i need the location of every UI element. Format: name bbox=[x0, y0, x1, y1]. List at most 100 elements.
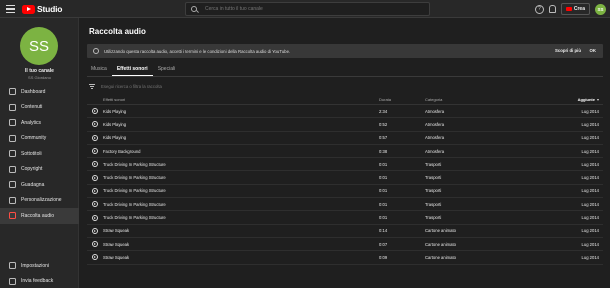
play-button[interactable] bbox=[87, 254, 102, 261]
play-icon bbox=[91, 254, 98, 261]
column-header-category[interactable]: Categoria bbox=[425, 97, 542, 102]
sidebar-item-analytics[interactable]: Analytics bbox=[0, 115, 79, 131]
table-row[interactable]: Truck Driving In Parking Structure 0:01 Tr… bbox=[87, 185, 603, 199]
sound-duration: 0:01 bbox=[379, 201, 388, 207]
play-icon bbox=[91, 134, 98, 141]
help-icon[interactable]: ? bbox=[534, 4, 544, 14]
sound-duration: 0:52 bbox=[379, 121, 388, 127]
table-row[interactable]: Kids Playing 0:57 Atmosfera Lug 2014 bbox=[87, 132, 603, 145]
sound-duration: 0:09 bbox=[379, 254, 388, 260]
search-icon[interactable] bbox=[191, 6, 197, 12]
tab-musica[interactable]: Musica bbox=[87, 62, 112, 76]
table-row[interactable]: Truck Driving In Parking Structure 0:01 Tr… bbox=[87, 158, 603, 172]
play-button[interactable] bbox=[87, 214, 102, 221]
sidebar-item-label: Dashboard bbox=[21, 88, 46, 95]
sound-category: Atmosfera bbox=[425, 135, 445, 141]
table-row[interactable]: Straw Squeak 0:14 Cartone animato Lug 2014 bbox=[87, 225, 603, 238]
table-row[interactable]: Straw Squeak 0:09 Cartone animato Lug 2014 bbox=[87, 251, 603, 265]
sidebar-item-raccolta-audio[interactable]: Raccolta audio bbox=[0, 208, 79, 224]
sidebar-item-label: Personalizzazione bbox=[21, 197, 62, 204]
table-row[interactable]: Kids Playing 0:52 Atmosfera Lug 2014 bbox=[87, 118, 603, 132]
sound-category: Cartone animato bbox=[425, 241, 456, 247]
sidebar-item-feedback[interactable]: Invia feedback bbox=[0, 274, 79, 288]
sound-category: Cartone animato bbox=[425, 254, 456, 260]
sidebar-item-guadagna[interactable]: Guadagna bbox=[0, 177, 79, 193]
sound-duration: 0:01 bbox=[379, 161, 388, 167]
play-button[interactable] bbox=[87, 241, 102, 248]
account-avatar[interactable]: SS bbox=[595, 3, 606, 15]
play-button[interactable] bbox=[87, 134, 102, 141]
analytics-icon bbox=[9, 119, 16, 127]
learn-more-link[interactable]: Scopri di più bbox=[555, 48, 581, 53]
create-label: Crea bbox=[573, 6, 585, 12]
earn-icon bbox=[9, 181, 16, 189]
table-row[interactable]: Truck Driving In Parking Structure 0:01 Tr… bbox=[87, 171, 603, 185]
sound-name: Truck Driving In Parking Structure bbox=[103, 201, 166, 207]
filter-icon[interactable] bbox=[89, 83, 95, 89]
copyright-icon bbox=[9, 165, 16, 173]
hamburger-menu-icon[interactable] bbox=[6, 5, 15, 13]
sound-duration: 0:57 bbox=[379, 135, 388, 141]
sidebar-nav: Dashboard Contenuti Analytics Community … bbox=[0, 84, 79, 224]
sidebar-item-community[interactable]: Community bbox=[0, 131, 79, 147]
sidebar-item-dashboard[interactable]: Dashboard bbox=[0, 84, 79, 100]
tab-speciali[interactable]: Speciali bbox=[153, 62, 181, 76]
search-input[interactable] bbox=[205, 6, 405, 12]
sound-added-date: Lug 2014 bbox=[581, 201, 599, 207]
sound-added-date: Lug 2014 bbox=[581, 254, 599, 260]
sidebar-item-sottotitoli[interactable]: Sottotitoli bbox=[0, 146, 79, 162]
sound-category: Trasporti bbox=[425, 201, 442, 207]
sound-duration: 0:01 bbox=[379, 175, 388, 181]
play-button[interactable] bbox=[87, 187, 102, 194]
sound-effects-table: Effetti sonori Durata Categoria Aggiunte… bbox=[87, 95, 603, 265]
table-row[interactable]: Straw Squeak 0:07 Cartone animato Lug 2014 bbox=[87, 238, 603, 252]
channel-name: SS Giordano bbox=[28, 75, 51, 80]
sound-category: Atmosfera bbox=[425, 148, 445, 154]
play-button[interactable] bbox=[87, 227, 102, 234]
settings-icon bbox=[9, 262, 16, 270]
column-header-name[interactable]: Effetti sonori bbox=[87, 97, 379, 102]
sidebar-item-copyright[interactable]: Copyright bbox=[0, 162, 79, 178]
create-button[interactable]: Crea bbox=[560, 3, 590, 15]
play-button[interactable] bbox=[87, 201, 102, 208]
sidebar-item-label: Community bbox=[21, 135, 47, 142]
tab-effetti-sonori[interactable]: Effetti sonori bbox=[111, 62, 153, 76]
play-icon bbox=[91, 148, 98, 155]
sidebar-item-label: Analytics bbox=[21, 119, 42, 126]
sidebar-item-personalizzazione[interactable]: Personalizzazione bbox=[0, 193, 79, 209]
sidebar-item-contenuti[interactable]: Contenuti bbox=[0, 100, 79, 116]
sound-name: Truck Driving In Parking Structure bbox=[103, 188, 166, 194]
table-row[interactable]: Truck Driving In Parking Structure 0:01 Tr… bbox=[87, 211, 603, 225]
studio-logo[interactable]: Studio bbox=[22, 4, 62, 14]
camera-icon bbox=[565, 7, 572, 11]
column-header-added[interactable]: Aggiunte bbox=[542, 97, 603, 102]
play-button[interactable] bbox=[87, 121, 102, 128]
channel-avatar[interactable]: SS bbox=[20, 27, 58, 65]
search-bar[interactable] bbox=[185, 2, 430, 16]
column-header-duration[interactable]: Durata bbox=[379, 97, 425, 102]
play-button[interactable] bbox=[87, 148, 102, 155]
audio-library-icon bbox=[9, 212, 16, 220]
table-row[interactable]: Kids Playing 2:34 Atmosfera Lug 2014 bbox=[87, 105, 603, 119]
play-icon bbox=[91, 121, 98, 128]
sidebar-item-label: Contenuti bbox=[21, 104, 43, 111]
play-icon bbox=[91, 214, 98, 221]
sidebar-item-impostazioni[interactable]: Impostazioni bbox=[0, 258, 79, 274]
play-icon bbox=[91, 161, 98, 168]
ok-button[interactable]: OK bbox=[590, 48, 596, 53]
play-button[interactable] bbox=[87, 161, 102, 168]
sound-name: Kids Playing bbox=[103, 121, 127, 127]
table-row[interactable]: Factory Background 0:38 Atmosfera Lug 2014 bbox=[87, 145, 603, 159]
play-button[interactable] bbox=[87, 174, 102, 181]
filter-input[interactable] bbox=[101, 83, 301, 89]
play-button[interactable] bbox=[87, 108, 102, 115]
sidebar-item-label: Invia feedback bbox=[21, 278, 54, 285]
column-header-added-label: Aggiunte bbox=[577, 97, 595, 102]
main-content: Raccolta audio Utilizzando questa raccol… bbox=[80, 18, 610, 288]
notifications-icon[interactable] bbox=[548, 5, 556, 13]
page-title: Raccolta audio bbox=[89, 27, 146, 36]
table-row[interactable]: Truck Driving In Parking Structure 0:01 Tr… bbox=[87, 198, 603, 212]
feedback-icon bbox=[9, 277, 16, 285]
sound-name: Kids Playing bbox=[103, 135, 127, 141]
sound-category: Trasporti bbox=[425, 175, 442, 181]
